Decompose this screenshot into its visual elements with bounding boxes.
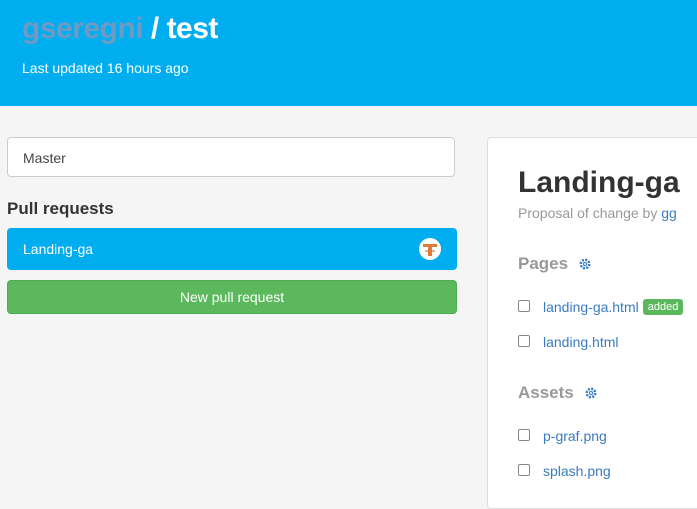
gear-icon[interactable]: [579, 255, 591, 275]
page-file-link[interactable]: landing-ga.html: [543, 299, 639, 315]
status-badge: added: [642, 298, 684, 315]
page-item: landing-ga.html added: [518, 298, 684, 316]
asset-item: p-graf.png: [518, 427, 607, 445]
page-checkbox[interactable]: [518, 334, 530, 347]
user-avatar: [419, 238, 441, 260]
assets-heading-label: Assets: [518, 383, 574, 402]
repo-title: gseregni / test: [22, 12, 218, 46]
pull-request-title: Landing-ga: [518, 166, 680, 199]
assets-heading: Assets: [518, 383, 597, 404]
asset-checkbox[interactable]: [518, 463, 530, 476]
proposal-line: Proposal of change by gg: [518, 205, 677, 221]
asset-item: splash.png: [518, 462, 611, 480]
new-pull-request-button[interactable]: New pull request: [7, 280, 457, 314]
pages-heading-label: Pages: [518, 254, 569, 273]
pull-request-label: Landing-ga: [23, 241, 94, 257]
repo-header: gseregni / test Last updated 16 hours ag…: [0, 0, 697, 106]
last-updated: Last updated 16 hours ago: [22, 60, 189, 76]
page-checkbox[interactable]: [518, 299, 530, 312]
gear-icon[interactable]: [585, 384, 597, 404]
asset-file-link[interactable]: splash.png: [543, 463, 611, 479]
repo-owner-link[interactable]: gseregni: [22, 12, 144, 45]
repo-name: test: [166, 12, 219, 45]
pull-requests-heading: Pull requests: [7, 199, 114, 218]
asset-file-link[interactable]: p-graf.png: [543, 428, 607, 444]
pages-heading: Pages: [518, 254, 591, 275]
proposal-prefix: Proposal of change by: [518, 205, 662, 221]
asset-checkbox[interactable]: [518, 428, 530, 441]
page-file-link[interactable]: landing.html: [543, 334, 619, 350]
branch-selector[interactable]: Master: [7, 137, 455, 177]
page-item: landing.html: [518, 333, 619, 351]
title-separator: /: [143, 12, 167, 45]
pull-request-item[interactable]: Landing-ga: [7, 228, 457, 270]
proposal-author-link[interactable]: gg: [661, 205, 677, 221]
